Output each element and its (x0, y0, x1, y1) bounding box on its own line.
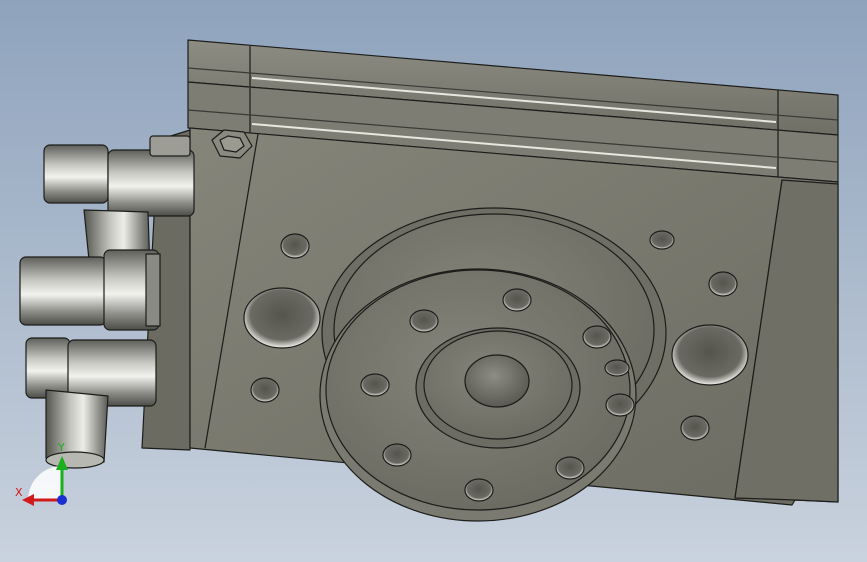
flange-hole (605, 393, 635, 417)
coordinate-triad (22, 456, 68, 506)
slot-hole (649, 230, 675, 250)
flange-hole (464, 478, 494, 502)
fitting-bottom (25, 337, 157, 469)
large-port-hole (243, 287, 321, 349)
flange-hole (360, 373, 390, 397)
large-port-hole (671, 324, 749, 386)
flange-hole (382, 443, 412, 467)
fitting-middle (19, 249, 161, 331)
mount-hole (280, 233, 310, 259)
flange-hole (555, 456, 585, 480)
mount-hole (250, 377, 280, 403)
x-axis-label: X (15, 486, 23, 499)
flange-slot (604, 359, 630, 377)
mount-hole (680, 415, 710, 441)
z-axis-dot (57, 495, 67, 505)
flange-hole (502, 288, 532, 312)
flange-hole (582, 325, 612, 349)
center-bore (464, 354, 530, 408)
rotary-actuator-model[interactable] (0, 0, 867, 562)
y-axis-label: Y (58, 441, 65, 454)
flange-hole (409, 309, 439, 333)
cad-3d-viewport[interactable]: X Y (0, 0, 867, 562)
mount-hole (708, 271, 738, 297)
